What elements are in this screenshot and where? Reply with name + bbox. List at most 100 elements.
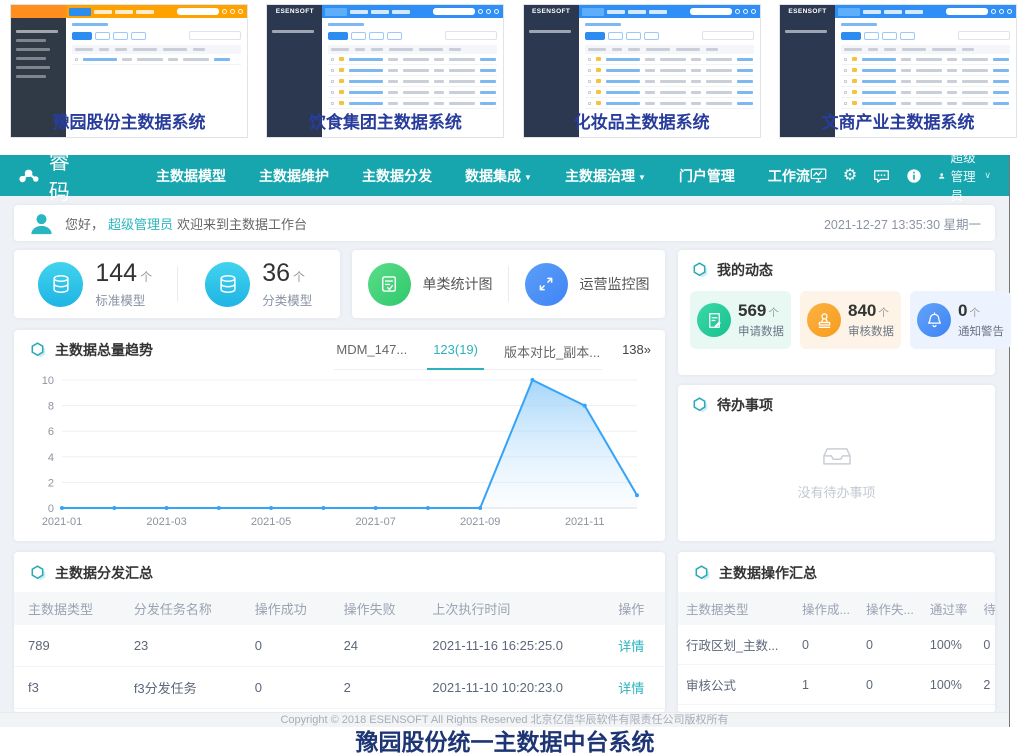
comment-icon[interactable] <box>873 167 890 185</box>
mini-skeleton <box>844 69 847 72</box>
nav-item-dispatch[interactable]: 主数据分发 <box>362 166 432 186</box>
greeting-username[interactable]: 超级管理员 <box>108 214 173 233</box>
chart-element <box>60 506 64 510</box>
mini-systems-strip: 豫园股份主数据系统 ESENSOFT 饮食集团主数据系统 ESENSOFT 化妆… <box>0 0 1027 152</box>
mini-skeleton <box>947 80 957 83</box>
table-cell: 行政区划_主数... <box>678 625 794 665</box>
nav-item-model[interactable]: 主数据模型 <box>156 166 226 186</box>
column-header: 操作失败 <box>334 592 423 625</box>
notify-warning-stat[interactable]: 0个 通知警告 <box>910 291 1011 349</box>
mini-skeleton <box>596 101 601 105</box>
chart-element <box>217 506 221 510</box>
mini-skeleton <box>947 102 957 105</box>
table-cell: 1 <box>794 665 858 705</box>
mini-skeleton <box>991 9 996 14</box>
mini-skeleton <box>999 9 1004 14</box>
mini-skeleton <box>962 48 974 51</box>
mini-skeleton <box>947 69 957 72</box>
apply-data-stat[interactable]: 569个 申请数据 <box>690 291 791 349</box>
mini-skeleton <box>785 30 827 33</box>
mini-skeleton <box>884 10 902 14</box>
mini-skeleton <box>136 10 154 14</box>
mini-caption: 豫园股份主数据系统 <box>10 108 248 133</box>
table-cell: 100% <box>922 665 976 705</box>
greeting-bar: 您好， 超级管理员 欢迎来到主数据工作台 2021-12-27 13:35:30… <box>14 205 995 241</box>
mini-skeleton <box>691 80 701 83</box>
left-column: 144个 标准模型 <box>14 250 665 713</box>
mini-skeleton <box>222 9 227 14</box>
right-column: 我的动态 <box>678 250 995 713</box>
operations-table-body: 行政区划_主数...00100%0审核公式10100%2MDM_1474测试..… <box>678 625 995 713</box>
nav-item-governance[interactable]: 主数据治理▼ <box>565 166 646 186</box>
gear-icon[interactable]: ⚙ <box>843 167 857 185</box>
mini-skeleton <box>339 101 344 105</box>
info-icon[interactable] <box>906 167 922 185</box>
mini-skeleton <box>900 32 915 40</box>
mini-skeleton <box>838 8 860 16</box>
mini-skeleton <box>608 32 623 40</box>
mini-skeleton <box>628 48 640 51</box>
mini-skeleton <box>339 57 344 61</box>
chart-element: 10 <box>42 375 54 387</box>
mini-skeleton <box>660 91 686 94</box>
checklist-icon <box>368 263 411 306</box>
operations-title-row: 主数据操作汇总 <box>678 552 995 592</box>
table-row: 789230242021-11-16 16:25:25.0详情 <box>14 625 665 667</box>
operation-monitor-link[interactable]: 运营监控图 <box>509 263 665 306</box>
mini-skeleton <box>645 58 655 61</box>
mini-skeleton <box>328 87 497 98</box>
mini-skeleton <box>862 91 896 94</box>
molecule-logo-icon <box>18 165 41 187</box>
mini-skeleton <box>11 5 247 18</box>
chevron-down-icon: ∨ <box>984 170 991 181</box>
nav-item-integration[interactable]: 数据集成▼ <box>465 166 532 186</box>
nav-item-portal[interactable]: 门户管理 <box>679 166 735 186</box>
mini-skeleton <box>339 79 344 83</box>
tab-mdm147[interactable]: MDM_147... <box>336 342 407 361</box>
mini-skeleton <box>905 10 923 14</box>
chart-element <box>165 506 169 510</box>
mini-skeleton <box>94 10 112 14</box>
detail-link[interactable]: 详情 <box>608 667 665 709</box>
mini-skeleton <box>585 23 621 26</box>
mini-skeleton <box>480 58 496 61</box>
mini-skeleton <box>645 102 655 105</box>
mini-skeleton <box>690 8 732 15</box>
mini-skeleton <box>585 54 754 65</box>
category-model-label: 分类模型 <box>262 290 312 309</box>
nav-item-maintain[interactable]: 主数据维护 <box>259 166 329 186</box>
dispatch-title-row: 主数据分发汇总 <box>14 552 665 592</box>
mini-skeleton <box>844 80 847 83</box>
mini-skeleton <box>993 91 1009 94</box>
mini-skeleton <box>737 80 753 83</box>
mini-skeleton <box>588 58 591 61</box>
inbox-icon <box>820 441 854 469</box>
navbar: 睿码 主数据模型 主数据维护 主数据分发 数据集成▼ 主数据治理▼ 门户管理 工… <box>0 155 1009 196</box>
monitor-icon[interactable] <box>810 167 827 185</box>
mini-skeleton <box>72 31 241 40</box>
hexagon-icon <box>28 341 47 360</box>
mini-skeleton <box>99 48 109 51</box>
tab-version-compare[interactable]: 版本对比_副本... <box>504 342 600 361</box>
chart-element <box>583 404 587 408</box>
mini-skeleton <box>916 91 942 94</box>
dispatch-table-header: 主数据类型分发任务名称操作成功操作失败上次执行时间操作 <box>14 592 665 625</box>
mini-skeleton <box>122 58 132 61</box>
mini-skeleton <box>434 102 444 105</box>
detail-link[interactable]: 详情 <box>608 625 665 667</box>
mini-skeleton <box>272 30 314 33</box>
nav-item-workflow[interactable]: 工作流 <box>768 166 810 186</box>
review-data-stat[interactable]: 840个 审核数据 <box>800 291 901 349</box>
trend-title-row: 主数据总量趋势 <box>28 340 153 360</box>
chart-element: 2021-09 <box>460 516 500 528</box>
mini-skeleton <box>706 102 732 105</box>
tabs-more-button[interactable]: 138» <box>622 340 651 357</box>
mini-skeleton <box>901 80 911 83</box>
column-header: 操作 <box>608 592 665 625</box>
mini-skeleton <box>916 102 942 105</box>
mini-skeleton <box>947 91 957 94</box>
single-class-chart-link[interactable]: 单类统计图 <box>352 263 508 306</box>
mini-skeleton: ESENSOFT <box>524 5 760 18</box>
tab-123[interactable]: 123(19) <box>433 342 478 361</box>
mini-skeleton <box>585 45 754 54</box>
